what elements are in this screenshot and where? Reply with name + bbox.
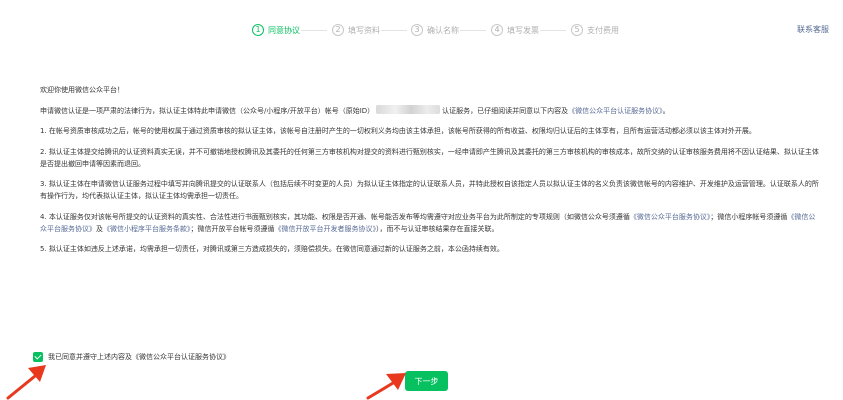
greeting: 欢迎你使用微信公众平台！ [40,86,124,94]
step-connector [540,30,566,31]
next-button[interactable]: 下一步 [405,371,448,391]
consent-checkbox[interactable] [33,352,43,362]
step-number: 1 [252,24,264,36]
step-agree: 1 同意协议 [252,23,300,37]
step-number: 2 [332,24,344,36]
official-account-agreement-link[interactable]: 《微信公众平台服务协议》 [630,213,711,221]
clause-4-text: ；微信小程序帐号须遵循 [710,212,788,221]
mini-program-terms-link[interactable]: 《微信小程序平台服务条款》 [103,225,191,233]
agreement-clause-4: 4. 本认证服务仅对该帐号所提交的认证资料的真实性、合法性进行书面甄别核实，其功… [40,211,822,235]
open-platform-agreement-link[interactable]: 《微信开放平台开发者服务协议》 [275,225,377,233]
step-confirm-name: 3 确认名称 [411,23,459,37]
step-number: 3 [411,24,423,36]
red-arrow-annotation [366,373,406,400]
contact-service-link[interactable]: 联系客服 [797,24,829,35]
step-connector [460,30,486,31]
red-arrow-annotation [6,365,46,400]
consent-checkbox-row[interactable]: 我已同意并遵守上述内容及《微信公众平台认证服务协议》 [33,352,230,362]
step-label: 填写发票 [507,25,539,35]
agreement-text: 欢迎你使用微信公众平台！ 申请微信认证是一项严肃的法律行为，拟认证主体特此申请微… [40,84,822,264]
agreement-clause-3: 3. 拟认证主体在申请微信认证服务过程中填写并向腾讯提交的认证联系人（包括后续不… [40,180,819,200]
agreement-intro: 申请微信认证是一项严肃的法律行为，拟认证主体特此申请微信（公众号/小程序/开放平… [40,104,822,117]
step-label: 同意协议 [268,25,300,35]
step-label: 填写资料 [348,25,380,35]
intro-end: 。 [662,106,670,115]
intro-text-mid: 认证服务，已仔细阅读并同意以下内容及 [442,106,569,115]
intro-text: 申请微信认证是一项严肃的法律行为，拟认证主体特此申请微信（公众号/小程序/开放平… [40,106,375,115]
step-label: 确认名称 [427,25,459,35]
step-progress: 1 同意协议 2 填写资料 3 确认名称 4 填写发票 5 支付费用 联系客服 [0,0,843,56]
step-fill-info: 2 填写资料 [332,23,380,37]
original-id-redacted [376,104,441,114]
step-connector [381,30,407,31]
step-label: 支付费用 [587,25,619,35]
step-payment: 5 支付费用 [571,23,619,37]
clause-4-text: 及 [96,224,103,233]
clause-4-text: ；微信开放平台帐号须遵循 [190,224,275,233]
consent-label: 我已同意并遵守上述内容及《微信公众平台认证服务协议》 [48,353,230,361]
agreement-clause-1: 1. 在帐号资质审核成功之后，帐号的使用权属于通过资质审核的拟认证主体，该帐号自… [40,127,756,135]
clause-4-text: 4. 本认证服务仅对该帐号所提交的认证资料的真实性、合法性进行书面甄别核实，其功… [40,212,630,221]
step-number: 5 [571,24,583,36]
certification-agreement-link[interactable]: 《微信公众平台认证服务协议》 [568,107,663,115]
step-connector [301,30,327,31]
clause-4-text: ），而不与认证审核结果存在直接关联。 [376,224,499,233]
step-invoice: 4 填写发票 [491,23,539,37]
step-number: 4 [491,24,503,36]
agreement-clause-5: 5. 拟认证主体如违反上述承诺，均需承担一切责任，对腾讯或第三方造成损失的，须赔… [40,245,504,253]
agreement-clause-2: 2. 拟认证主体提交给腾讯的认证资料真实无误，并不可撤销地授权腾讯及其委托的任何… [40,147,819,168]
